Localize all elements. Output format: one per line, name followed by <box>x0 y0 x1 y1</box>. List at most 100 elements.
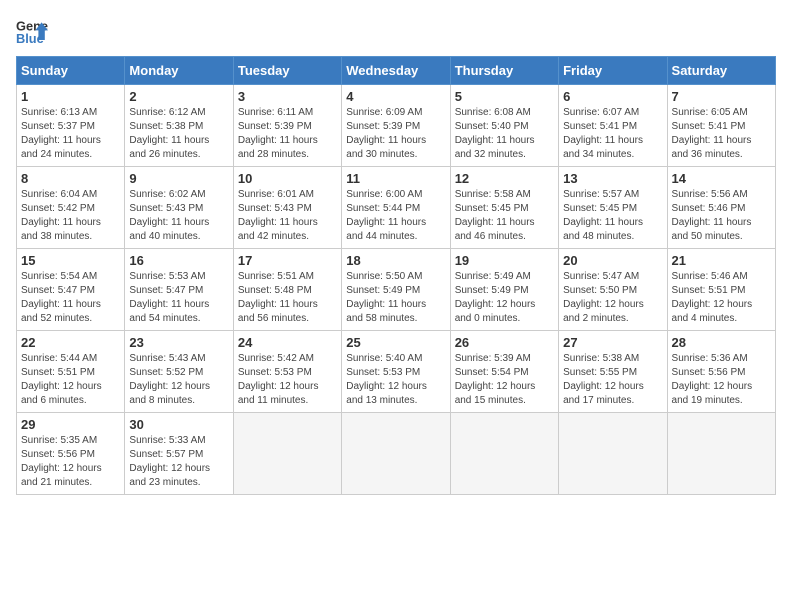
calendar-cell: 11 Sunrise: 6:00 AM Sunset: 5:44 PM Dayl… <box>342 167 450 249</box>
day-info: Sunrise: 6:07 AM Sunset: 5:41 PM Dayligh… <box>563 106 662 162</box>
day-info: Sunrise: 5:57 AM Sunset: 5:45 PM Dayligh… <box>563 188 662 244</box>
calendar-cell: 4 Sunrise: 6:09 AM Sunset: 5:39 PM Dayli… <box>342 85 450 167</box>
day-info: Sunrise: 6:11 AM Sunset: 5:39 PM Dayligh… <box>238 106 337 162</box>
day-number: 21 <box>672 253 771 268</box>
day-number: 23 <box>129 335 228 350</box>
day-number: 4 <box>346 89 445 104</box>
calendar-cell: 26 Sunrise: 5:39 AM Sunset: 5:54 PM Dayl… <box>450 331 558 413</box>
day-info: Sunrise: 5:42 AM Sunset: 5:53 PM Dayligh… <box>238 352 337 408</box>
calendar-table: SundayMondayTuesdayWednesdayThursdayFrid… <box>16 56 776 495</box>
day-number: 3 <box>238 89 337 104</box>
weekday-header: Tuesday <box>233 57 341 85</box>
day-info: Sunrise: 5:35 AM Sunset: 5:56 PM Dayligh… <box>21 434 120 490</box>
day-number: 25 <box>346 335 445 350</box>
day-number: 15 <box>21 253 120 268</box>
day-number: 8 <box>21 171 120 186</box>
calendar-row: 22 Sunrise: 5:44 AM Sunset: 5:51 PM Dayl… <box>17 331 776 413</box>
logo-icon: General Blue <box>16 16 48 48</box>
calendar-cell: 6 Sunrise: 6:07 AM Sunset: 5:41 PM Dayli… <box>559 85 667 167</box>
day-info: Sunrise: 5:54 AM Sunset: 5:47 PM Dayligh… <box>21 270 120 326</box>
calendar-row: 8 Sunrise: 6:04 AM Sunset: 5:42 PM Dayli… <box>17 167 776 249</box>
calendar-cell: 20 Sunrise: 5:47 AM Sunset: 5:50 PM Dayl… <box>559 249 667 331</box>
calendar-cell: 17 Sunrise: 5:51 AM Sunset: 5:48 PM Dayl… <box>233 249 341 331</box>
day-number: 2 <box>129 89 228 104</box>
calendar-cell: 7 Sunrise: 6:05 AM Sunset: 5:41 PM Dayli… <box>667 85 775 167</box>
day-info: Sunrise: 5:53 AM Sunset: 5:47 PM Dayligh… <box>129 270 228 326</box>
calendar-cell <box>342 413 450 495</box>
weekday-header: Monday <box>125 57 233 85</box>
day-number: 14 <box>672 171 771 186</box>
day-number: 10 <box>238 171 337 186</box>
calendar-cell <box>450 413 558 495</box>
calendar-cell: 19 Sunrise: 5:49 AM Sunset: 5:49 PM Dayl… <box>450 249 558 331</box>
calendar-cell: 1 Sunrise: 6:13 AM Sunset: 5:37 PM Dayli… <box>17 85 125 167</box>
calendar-cell: 8 Sunrise: 6:04 AM Sunset: 5:42 PM Dayli… <box>17 167 125 249</box>
weekday-header: Saturday <box>667 57 775 85</box>
day-number: 19 <box>455 253 554 268</box>
day-number: 7 <box>672 89 771 104</box>
page-header: General Blue <box>16 16 776 48</box>
calendar-cell: 25 Sunrise: 5:40 AM Sunset: 5:53 PM Dayl… <box>342 331 450 413</box>
day-number: 30 <box>129 417 228 432</box>
day-info: Sunrise: 5:36 AM Sunset: 5:56 PM Dayligh… <box>672 352 771 408</box>
day-number: 17 <box>238 253 337 268</box>
calendar-cell: 28 Sunrise: 5:36 AM Sunset: 5:56 PM Dayl… <box>667 331 775 413</box>
day-number: 16 <box>129 253 228 268</box>
calendar-cell <box>667 413 775 495</box>
day-number: 12 <box>455 171 554 186</box>
day-number: 26 <box>455 335 554 350</box>
day-number: 13 <box>563 171 662 186</box>
day-number: 28 <box>672 335 771 350</box>
calendar-cell <box>559 413 667 495</box>
calendar-cell: 24 Sunrise: 5:42 AM Sunset: 5:53 PM Dayl… <box>233 331 341 413</box>
calendar-cell: 10 Sunrise: 6:01 AM Sunset: 5:43 PM Dayl… <box>233 167 341 249</box>
calendar-cell: 30 Sunrise: 5:33 AM Sunset: 5:57 PM Dayl… <box>125 413 233 495</box>
calendar-row: 1 Sunrise: 6:13 AM Sunset: 5:37 PM Dayli… <box>17 85 776 167</box>
calendar-cell: 14 Sunrise: 5:56 AM Sunset: 5:46 PM Dayl… <box>667 167 775 249</box>
calendar-cell: 18 Sunrise: 5:50 AM Sunset: 5:49 PM Dayl… <box>342 249 450 331</box>
day-number: 1 <box>21 89 120 104</box>
day-info: Sunrise: 5:43 AM Sunset: 5:52 PM Dayligh… <box>129 352 228 408</box>
day-info: Sunrise: 5:39 AM Sunset: 5:54 PM Dayligh… <box>455 352 554 408</box>
day-number: 20 <box>563 253 662 268</box>
day-info: Sunrise: 5:46 AM Sunset: 5:51 PM Dayligh… <box>672 270 771 326</box>
calendar-cell: 5 Sunrise: 6:08 AM Sunset: 5:40 PM Dayli… <box>450 85 558 167</box>
weekday-header: Friday <box>559 57 667 85</box>
day-number: 29 <box>21 417 120 432</box>
day-info: Sunrise: 5:44 AM Sunset: 5:51 PM Dayligh… <box>21 352 120 408</box>
calendar-cell: 29 Sunrise: 5:35 AM Sunset: 5:56 PM Dayl… <box>17 413 125 495</box>
weekday-header: Wednesday <box>342 57 450 85</box>
calendar-cell: 2 Sunrise: 6:12 AM Sunset: 5:38 PM Dayli… <box>125 85 233 167</box>
calendar-cell: 23 Sunrise: 5:43 AM Sunset: 5:52 PM Dayl… <box>125 331 233 413</box>
day-info: Sunrise: 6:12 AM Sunset: 5:38 PM Dayligh… <box>129 106 228 162</box>
calendar-cell <box>233 413 341 495</box>
calendar-cell: 12 Sunrise: 5:58 AM Sunset: 5:45 PM Dayl… <box>450 167 558 249</box>
day-info: Sunrise: 5:51 AM Sunset: 5:48 PM Dayligh… <box>238 270 337 326</box>
logo: General Blue <box>16 16 48 48</box>
weekday-header: Thursday <box>450 57 558 85</box>
day-info: Sunrise: 6:00 AM Sunset: 5:44 PM Dayligh… <box>346 188 445 244</box>
calendar-cell: 3 Sunrise: 6:11 AM Sunset: 5:39 PM Dayli… <box>233 85 341 167</box>
day-info: Sunrise: 5:50 AM Sunset: 5:49 PM Dayligh… <box>346 270 445 326</box>
day-info: Sunrise: 6:01 AM Sunset: 5:43 PM Dayligh… <box>238 188 337 244</box>
day-number: 22 <box>21 335 120 350</box>
calendar-cell: 22 Sunrise: 5:44 AM Sunset: 5:51 PM Dayl… <box>17 331 125 413</box>
day-info: Sunrise: 5:58 AM Sunset: 5:45 PM Dayligh… <box>455 188 554 244</box>
day-number: 5 <box>455 89 554 104</box>
calendar-cell: 9 Sunrise: 6:02 AM Sunset: 5:43 PM Dayli… <box>125 167 233 249</box>
calendar-row: 29 Sunrise: 5:35 AM Sunset: 5:56 PM Dayl… <box>17 413 776 495</box>
day-info: Sunrise: 6:13 AM Sunset: 5:37 PM Dayligh… <box>21 106 120 162</box>
day-info: Sunrise: 5:33 AM Sunset: 5:57 PM Dayligh… <box>129 434 228 490</box>
day-info: Sunrise: 6:09 AM Sunset: 5:39 PM Dayligh… <box>346 106 445 162</box>
calendar-cell: 27 Sunrise: 5:38 AM Sunset: 5:55 PM Dayl… <box>559 331 667 413</box>
day-info: Sunrise: 5:49 AM Sunset: 5:49 PM Dayligh… <box>455 270 554 326</box>
day-info: Sunrise: 6:04 AM Sunset: 5:42 PM Dayligh… <box>21 188 120 244</box>
calendar-cell: 21 Sunrise: 5:46 AM Sunset: 5:51 PM Dayl… <box>667 249 775 331</box>
day-info: Sunrise: 5:38 AM Sunset: 5:55 PM Dayligh… <box>563 352 662 408</box>
day-number: 18 <box>346 253 445 268</box>
weekday-header: Sunday <box>17 57 125 85</box>
day-info: Sunrise: 5:47 AM Sunset: 5:50 PM Dayligh… <box>563 270 662 326</box>
day-number: 9 <box>129 171 228 186</box>
calendar-cell: 16 Sunrise: 5:53 AM Sunset: 5:47 PM Dayl… <box>125 249 233 331</box>
day-number: 27 <box>563 335 662 350</box>
